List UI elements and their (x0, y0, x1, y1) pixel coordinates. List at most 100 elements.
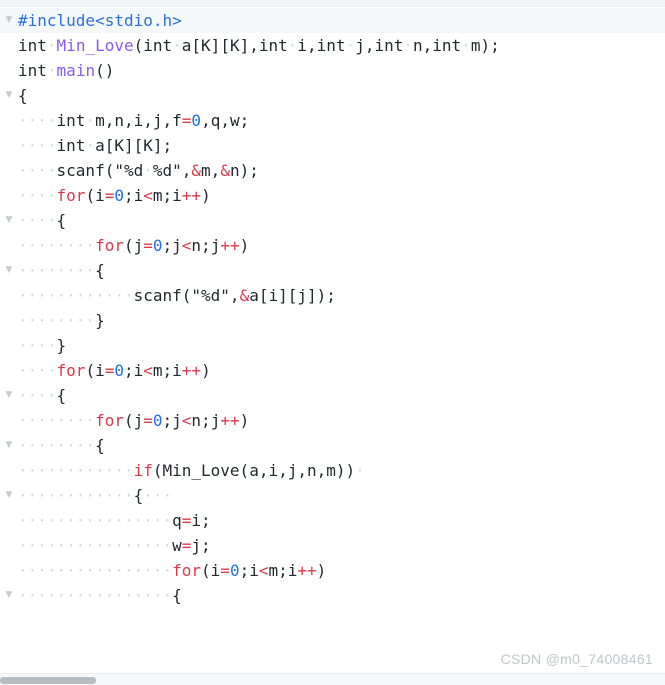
code-token-kw: for (56, 186, 86, 205)
code-token-op: ++ (220, 236, 240, 255)
fold-arrow-icon[interactable]: ▼ (3, 83, 15, 108)
fold-arrow-icon[interactable]: ▼ (3, 8, 15, 33)
indent-whitespace: ···· (18, 211, 57, 230)
code-line[interactable]: ········for(j=0;j<n;j++) (0, 233, 665, 258)
code-token-op: ++ (297, 561, 317, 580)
code-token-brace: } (56, 336, 67, 355)
code-line[interactable]: ········} (0, 308, 665, 333)
code-line[interactable]: ····} (0, 333, 665, 358)
code-token-plain: m); (470, 36, 500, 55)
code-token-plain: q (172, 511, 182, 530)
code-line[interactable]: ▼ ········{ (0, 258, 665, 283)
code-token-plain: a[i][j]); (249, 286, 336, 305)
code-token-plain: n); (229, 161, 259, 180)
code-line[interactable]: ············if(Min_Love(a,i,j,n,m))· (0, 458, 665, 483)
indent-whitespace: ········ (18, 411, 96, 430)
code-token-ws: · (403, 36, 414, 55)
code-token-ws: · (46, 36, 57, 55)
indent-whitespace: ········ (18, 236, 96, 255)
code-line[interactable]: ················q=i; (0, 508, 665, 533)
code-token-plain: ;i (239, 561, 259, 580)
code-token-plain: (j (123, 411, 144, 430)
code-token-plain: ;i (123, 186, 144, 205)
indent-whitespace: ···· (18, 136, 57, 155)
code-token-ws: · (46, 61, 57, 80)
code-line[interactable]: ················w=j; (0, 533, 665, 558)
code-line[interactable]: ▼ ········{ (0, 433, 665, 458)
code-line[interactable]: ▼ ············{··· (0, 483, 665, 508)
code-token-plain: i; (191, 511, 211, 530)
code-line[interactable]: ····for(i=0;i<m;i++) (0, 183, 665, 208)
code-token-plain: m;i (152, 361, 182, 380)
code-line[interactable]: ▼ #include<stdio.h> (0, 8, 665, 33)
code-token-plain: ;j (162, 236, 182, 255)
code-line[interactable]: ············scanf("%d",&a[i][j]); (0, 283, 665, 308)
code-token-fn: Min_Love (56, 36, 134, 55)
fold-arrow-icon[interactable]: ▼ (3, 433, 15, 458)
code-line[interactable]: ▼{ (0, 83, 665, 108)
code-token-pre: #include<stdio.h> (18, 11, 182, 30)
code-token-plain: (int (133, 36, 173, 55)
indent-whitespace: ········ (18, 311, 96, 330)
fold-arrow-icon[interactable]: ▼ (3, 483, 15, 508)
code-token-kw: for (56, 361, 86, 380)
horizontal-scrollbar-track[interactable] (0, 673, 665, 685)
code-line[interactable]: ····int·m,n,i,j,f=0,q,w; (0, 108, 665, 133)
code-line[interactable]: int·Min_Love(int·a[K][K],int·i,int·j,int… (0, 33, 665, 58)
indent-whitespace: ················ (18, 536, 173, 555)
code-token-plain: n,int (413, 36, 462, 55)
code-token-brace: { (18, 86, 28, 105)
code-line[interactable]: ····scanf("%d·%d",&m,&n); (0, 158, 665, 183)
code-token-op: = (181, 536, 192, 555)
code-lines-container[interactable]: ▼ #include<stdio.h> int·Min_Love(int·a[K][… (0, 8, 665, 608)
code-token-op: < (181, 236, 192, 255)
fold-arrow-icon[interactable]: ▼ (3, 583, 15, 608)
code-token-plain: ) (316, 561, 327, 580)
code-editor[interactable]: ▼ #include<stdio.h> int·Min_Love(int·a[K][… (0, 0, 665, 685)
code-token-plain: i,int (297, 36, 346, 55)
code-token-num: 0 (229, 561, 240, 580)
code-token-plain: ) (239, 411, 250, 430)
horizontal-scrollbar-thumb[interactable] (0, 677, 96, 684)
code-line[interactable]: ················for(i=0;i<m;i++) (0, 558, 665, 583)
code-token-num: 0 (152, 411, 163, 430)
code-line[interactable]: ····int·a[K][K]; (0, 133, 665, 158)
fold-arrow-icon[interactable]: ▼ (3, 258, 15, 283)
code-line[interactable]: ········for(j=0;j<n;j++) (0, 408, 665, 433)
code-line[interactable]: ····for(i=0;i<m;i++) (0, 358, 665, 383)
code-token-plain: ;i (123, 361, 144, 380)
indent-whitespace: ···· (18, 186, 57, 205)
code-line[interactable]: ▼ ····{ (0, 383, 665, 408)
code-token-plain: () (95, 61, 115, 80)
code-token-op: & (239, 286, 250, 305)
code-line[interactable]: ▼ ····{ (0, 208, 665, 233)
code-token-op: = (181, 111, 192, 130)
code-token-num: 0 (152, 236, 163, 255)
code-token-plain: a[K][K]; (95, 136, 173, 155)
fold-arrow-icon[interactable]: ▼ (3, 208, 15, 233)
code-token-op: ++ (220, 411, 240, 430)
code-token-plain: w (172, 536, 182, 555)
code-token-ws: · (355, 461, 365, 480)
code-token-ws: · (172, 36, 182, 55)
code-token-op: = (220, 561, 230, 580)
editor-top-bar (0, 0, 665, 7)
indent-whitespace: ········ (18, 261, 96, 280)
code-token-brace: { (172, 586, 182, 605)
code-token-brace: { (56, 386, 67, 405)
indent-whitespace: ···· (18, 361, 57, 380)
code-token-op: = (181, 511, 192, 530)
code-token-ws: · (287, 36, 298, 55)
code-token-ws: · (461, 36, 471, 55)
fold-arrow-icon[interactable]: ▼ (3, 383, 15, 408)
code-line[interactable]: int·main() (0, 58, 665, 83)
code-token-op: < (181, 411, 192, 430)
code-token-plain: int (18, 36, 47, 55)
code-token-plain: m;i (268, 561, 298, 580)
code-line[interactable]: ▼ ················{ (0, 583, 665, 608)
code-token-op: < (143, 361, 153, 380)
code-token-plain: ) (201, 186, 211, 205)
code-token-plain: m, (201, 161, 221, 180)
code-token-plain: scanf("%d", (133, 286, 240, 305)
code-token-plain: int (56, 111, 86, 130)
